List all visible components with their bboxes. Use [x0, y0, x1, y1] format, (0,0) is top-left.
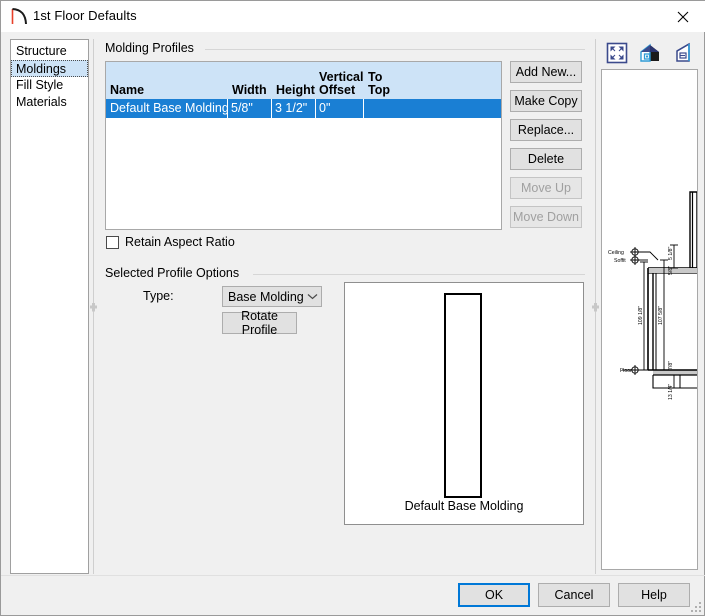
- cell-width: 5/8": [231, 101, 253, 115]
- column-header-height[interactable]: Height: [276, 84, 315, 97]
- dialog-1st-floor-defaults: 1st Floor Defaults Structure Moldings Fi…: [0, 0, 705, 616]
- molding-profiles-group-label: Molding Profiles: [105, 41, 200, 55]
- chief-architect-logo-icon: [10, 7, 28, 26]
- type-label: Type:: [143, 289, 174, 303]
- table-header-row: Name Width Height Vertical Offset To Top: [106, 62, 501, 99]
- window-title: 1st Floor Defaults: [33, 8, 137, 23]
- svg-text:Floor: Floor: [620, 368, 632, 374]
- svg-text:7/8": 7/8": [668, 361, 674, 370]
- sidebar-item-label: Structure: [16, 44, 67, 58]
- group-divider: [253, 274, 585, 275]
- right-splitter[interactable]: [591, 39, 600, 574]
- chevron-down-icon: [304, 293, 321, 300]
- cell-height: 3 1/2": [275, 101, 308, 115]
- help-button[interactable]: Help: [618, 583, 690, 607]
- molding-profiles-table[interactable]: Name Width Height Vertical Offset To Top…: [105, 61, 502, 230]
- retain-aspect-ratio-checkbox[interactable]: Retain Aspect Ratio: [106, 235, 235, 249]
- close-icon[interactable]: [660, 1, 705, 32]
- cad-cross-section-drawing: Ceiling Soffit Floor 109 1/8" 107 5/8" 5…: [608, 191, 697, 400]
- type-select-value: Base Molding: [228, 289, 304, 304]
- sidebar-item-fill-style[interactable]: Fill Style: [11, 77, 88, 94]
- svg-text:5 1/8": 5 1/8": [668, 246, 674, 260]
- molding-profiles-group: Molding Profiles: [105, 41, 585, 55]
- svg-text:Soffit: Soffit: [614, 258, 626, 264]
- svg-text:Ceiling: Ceiling: [608, 250, 624, 256]
- column-header-to-top[interactable]: To Top: [368, 71, 390, 97]
- checkbox-box[interactable]: [106, 235, 119, 249]
- type-select[interactable]: Base Molding: [222, 286, 322, 307]
- sidebar-item-label: Materials: [16, 95, 67, 109]
- table-row[interactable]: Default Base Molding 5/8" 3 1/2" 0": [106, 99, 501, 118]
- sidebar-item-label: Moldings: [16, 62, 67, 76]
- svg-text:109 1/8": 109 1/8": [638, 306, 644, 325]
- sidebar-item-label: Fill Style: [16, 78, 64, 92]
- fill-window-icon[interactable]: [605, 41, 629, 65]
- column-separator: [363, 99, 364, 118]
- svg-text:5/8": 5/8": [668, 266, 674, 275]
- selected-profile-options-group: Selected Profile Options: [105, 266, 585, 280]
- sidebar-item-materials[interactable]: Materials: [11, 94, 88, 111]
- cad-preview-panel[interactable]: Ceiling Soffit Floor 109 1/8" 107 5/8" 5…: [601, 69, 698, 570]
- category-list[interactable]: Structure Moldings Fill Style Materials: [10, 39, 89, 574]
- footer-divider: [1, 575, 705, 576]
- svg-text:13 1/4": 13 1/4": [668, 384, 674, 400]
- add-new-button[interactable]: Add New...: [510, 61, 582, 83]
- selected-profile-options-group-label: Selected Profile Options: [105, 266, 246, 280]
- make-copy-button[interactable]: Make Copy: [510, 90, 582, 112]
- cancel-button[interactable]: Cancel: [538, 583, 610, 607]
- profile-preview-panel[interactable]: Default Base Molding: [344, 282, 584, 525]
- splitter-grip: [592, 302, 599, 312]
- rotate-profile-button[interactable]: Rotate Profile: [222, 309, 297, 337]
- move-up-button: Move Up: [510, 177, 582, 199]
- elevation-view-icon[interactable]: [671, 41, 695, 65]
- column-separator: [271, 99, 272, 118]
- sidebar-item-moldings[interactable]: Moldings: [11, 60, 88, 77]
- column-separator: [315, 99, 316, 118]
- profile-shape: [444, 293, 482, 498]
- cell-vertical-offset: 0": [319, 101, 331, 115]
- column-header-name[interactable]: Name: [110, 84, 144, 97]
- sidebar-item-structure[interactable]: Structure: [11, 43, 88, 60]
- ok-button[interactable]: OK: [458, 583, 530, 607]
- title-bar: 1st Floor Defaults: [1, 1, 705, 32]
- move-down-button: Move Down: [510, 206, 582, 228]
- replace-button[interactable]: Replace...: [510, 119, 582, 141]
- svg-text:107 5/8": 107 5/8": [658, 306, 664, 325]
- retain-aspect-ratio-label: Retain Aspect Ratio: [125, 235, 235, 249]
- cell-name: Default Base Molding: [110, 101, 229, 115]
- profile-preview-caption: Default Base Molding: [404, 499, 524, 513]
- house-3d-view-icon[interactable]: [638, 41, 662, 65]
- group-divider: [205, 49, 585, 50]
- splitter-grip: [90, 302, 97, 312]
- column-separator: [227, 99, 228, 118]
- left-splitter[interactable]: [89, 39, 98, 574]
- column-header-width[interactable]: Width: [232, 84, 267, 97]
- delete-button[interactable]: Delete: [510, 148, 582, 170]
- resize-grip-icon[interactable]: [689, 600, 701, 612]
- column-header-vertical-offset[interactable]: Vertical Offset: [319, 71, 363, 97]
